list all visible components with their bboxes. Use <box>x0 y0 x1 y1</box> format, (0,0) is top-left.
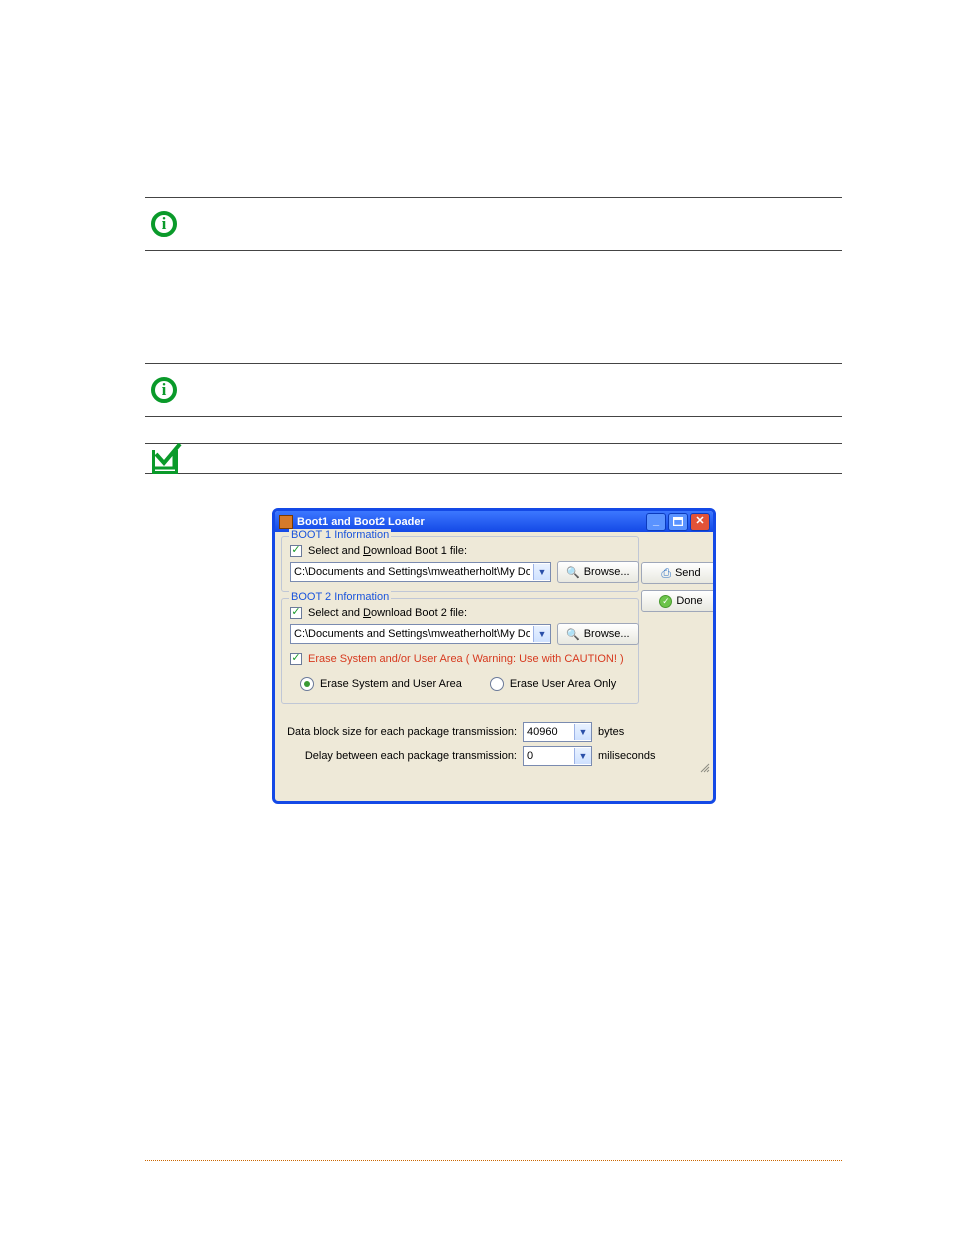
window-title: Boot1 and Boot2 Loader <box>297 516 644 528</box>
boot2-browse-label: Browse... <box>584 628 630 640</box>
radio-erase-both[interactable]: Erase System and User Area <box>300 677 462 691</box>
client-area: ⎙ Send ✓ Done BOOT 1 Information Select … <box>275 532 713 776</box>
divider <box>145 197 842 198</box>
send-button[interactable]: ⎙ Send <box>641 562 716 584</box>
boot1-title: BOOT 1 Information <box>289 529 391 541</box>
erase-warning-label: Erase System and/or User Area ( Warning:… <box>308 653 624 665</box>
boot2-browse-button[interactable]: 🔍 Browse... <box>557 623 639 645</box>
boot-loader-window: Boot1 and Boot2 Loader _ ✕ ⎙ Send ✓ Done <box>272 508 716 804</box>
boot1-group: BOOT 1 Information Select and Download B… <box>281 536 639 592</box>
boot2-group: BOOT 2 Information Select and Download B… <box>281 598 639 704</box>
done-label: Done <box>676 595 702 607</box>
delay-label: Delay between each package transmission: <box>281 750 517 762</box>
chevron-down-icon[interactable]: ▼ <box>574 748 591 764</box>
dotted-divider <box>145 1160 842 1161</box>
check-icon: ✓ <box>659 595 672 608</box>
divider <box>145 473 842 474</box>
delay-combo[interactable]: ▼ <box>523 746 592 766</box>
app-icon <box>279 515 293 529</box>
boot1-download-checkbox[interactable] <box>290 545 302 557</box>
erase-area-checkbox[interactable] <box>290 653 302 665</box>
divider <box>145 250 842 251</box>
radio-erase-user-only[interactable]: Erase User Area Only <box>490 677 616 691</box>
maximize-button[interactable] <box>668 513 688 531</box>
transmission-params: Data block size for each package transmi… <box>281 722 707 766</box>
radio-icon <box>490 677 504 691</box>
boot2-download-checkbox[interactable] <box>290 607 302 619</box>
boot1-browse-label: Browse... <box>584 566 630 578</box>
page: i i Boot1 and Boot2 Loader _ ✕ ⎙ Send <box>0 0 954 1235</box>
radio-both-label: Erase System and User Area <box>320 678 462 690</box>
search-icon: 🔍 <box>566 628 580 641</box>
block-size-input[interactable] <box>524 724 574 740</box>
send-label: Send <box>675 567 701 579</box>
close-button[interactable]: ✕ <box>690 513 710 531</box>
info-icon: i <box>151 211 177 237</box>
boot2-checkbox-label: Select and Download Boot 2 file: <box>308 607 467 619</box>
side-buttons: ⎙ Send ✓ Done <box>641 562 703 612</box>
boot1-checkbox-label: Select and Download Boot 1 file: <box>308 545 467 557</box>
block-size-combo[interactable]: ▼ <box>523 722 592 742</box>
chevron-down-icon[interactable]: ▼ <box>533 564 550 580</box>
block-size-unit: bytes <box>598 726 624 738</box>
minimize-button[interactable]: _ <box>646 513 666 531</box>
chevron-down-icon[interactable]: ▼ <box>574 724 591 740</box>
info-icon: i <box>151 377 177 403</box>
boot2-path-combo[interactable]: ▼ <box>290 624 551 644</box>
block-size-label: Data block size for each package transmi… <box>281 726 517 738</box>
radio-user-label: Erase User Area Only <box>510 678 616 690</box>
erase-mode-group: Erase System and User Area Erase User Ar… <box>290 673 630 695</box>
divider <box>145 416 842 417</box>
send-icon: ⎙ <box>661 566 671 581</box>
delay-input[interactable] <box>524 748 574 764</box>
boot1-browse-button[interactable]: 🔍 Browse... <box>557 561 639 583</box>
search-icon: 🔍 <box>566 566 580 579</box>
boot1-path-combo[interactable]: ▼ <box>290 562 551 582</box>
checkbox-icon <box>152 450 178 474</box>
boot1-path-input[interactable] <box>291 564 533 580</box>
chevron-down-icon[interactable]: ▼ <box>533 626 550 642</box>
divider <box>145 363 842 364</box>
radio-icon <box>300 677 314 691</box>
delay-unit: miliseconds <box>598 750 655 762</box>
done-button[interactable]: ✓ Done <box>641 590 716 612</box>
divider <box>145 443 842 444</box>
boot2-path-input[interactable] <box>291 626 533 642</box>
boot2-title: BOOT 2 Information <box>289 591 391 603</box>
